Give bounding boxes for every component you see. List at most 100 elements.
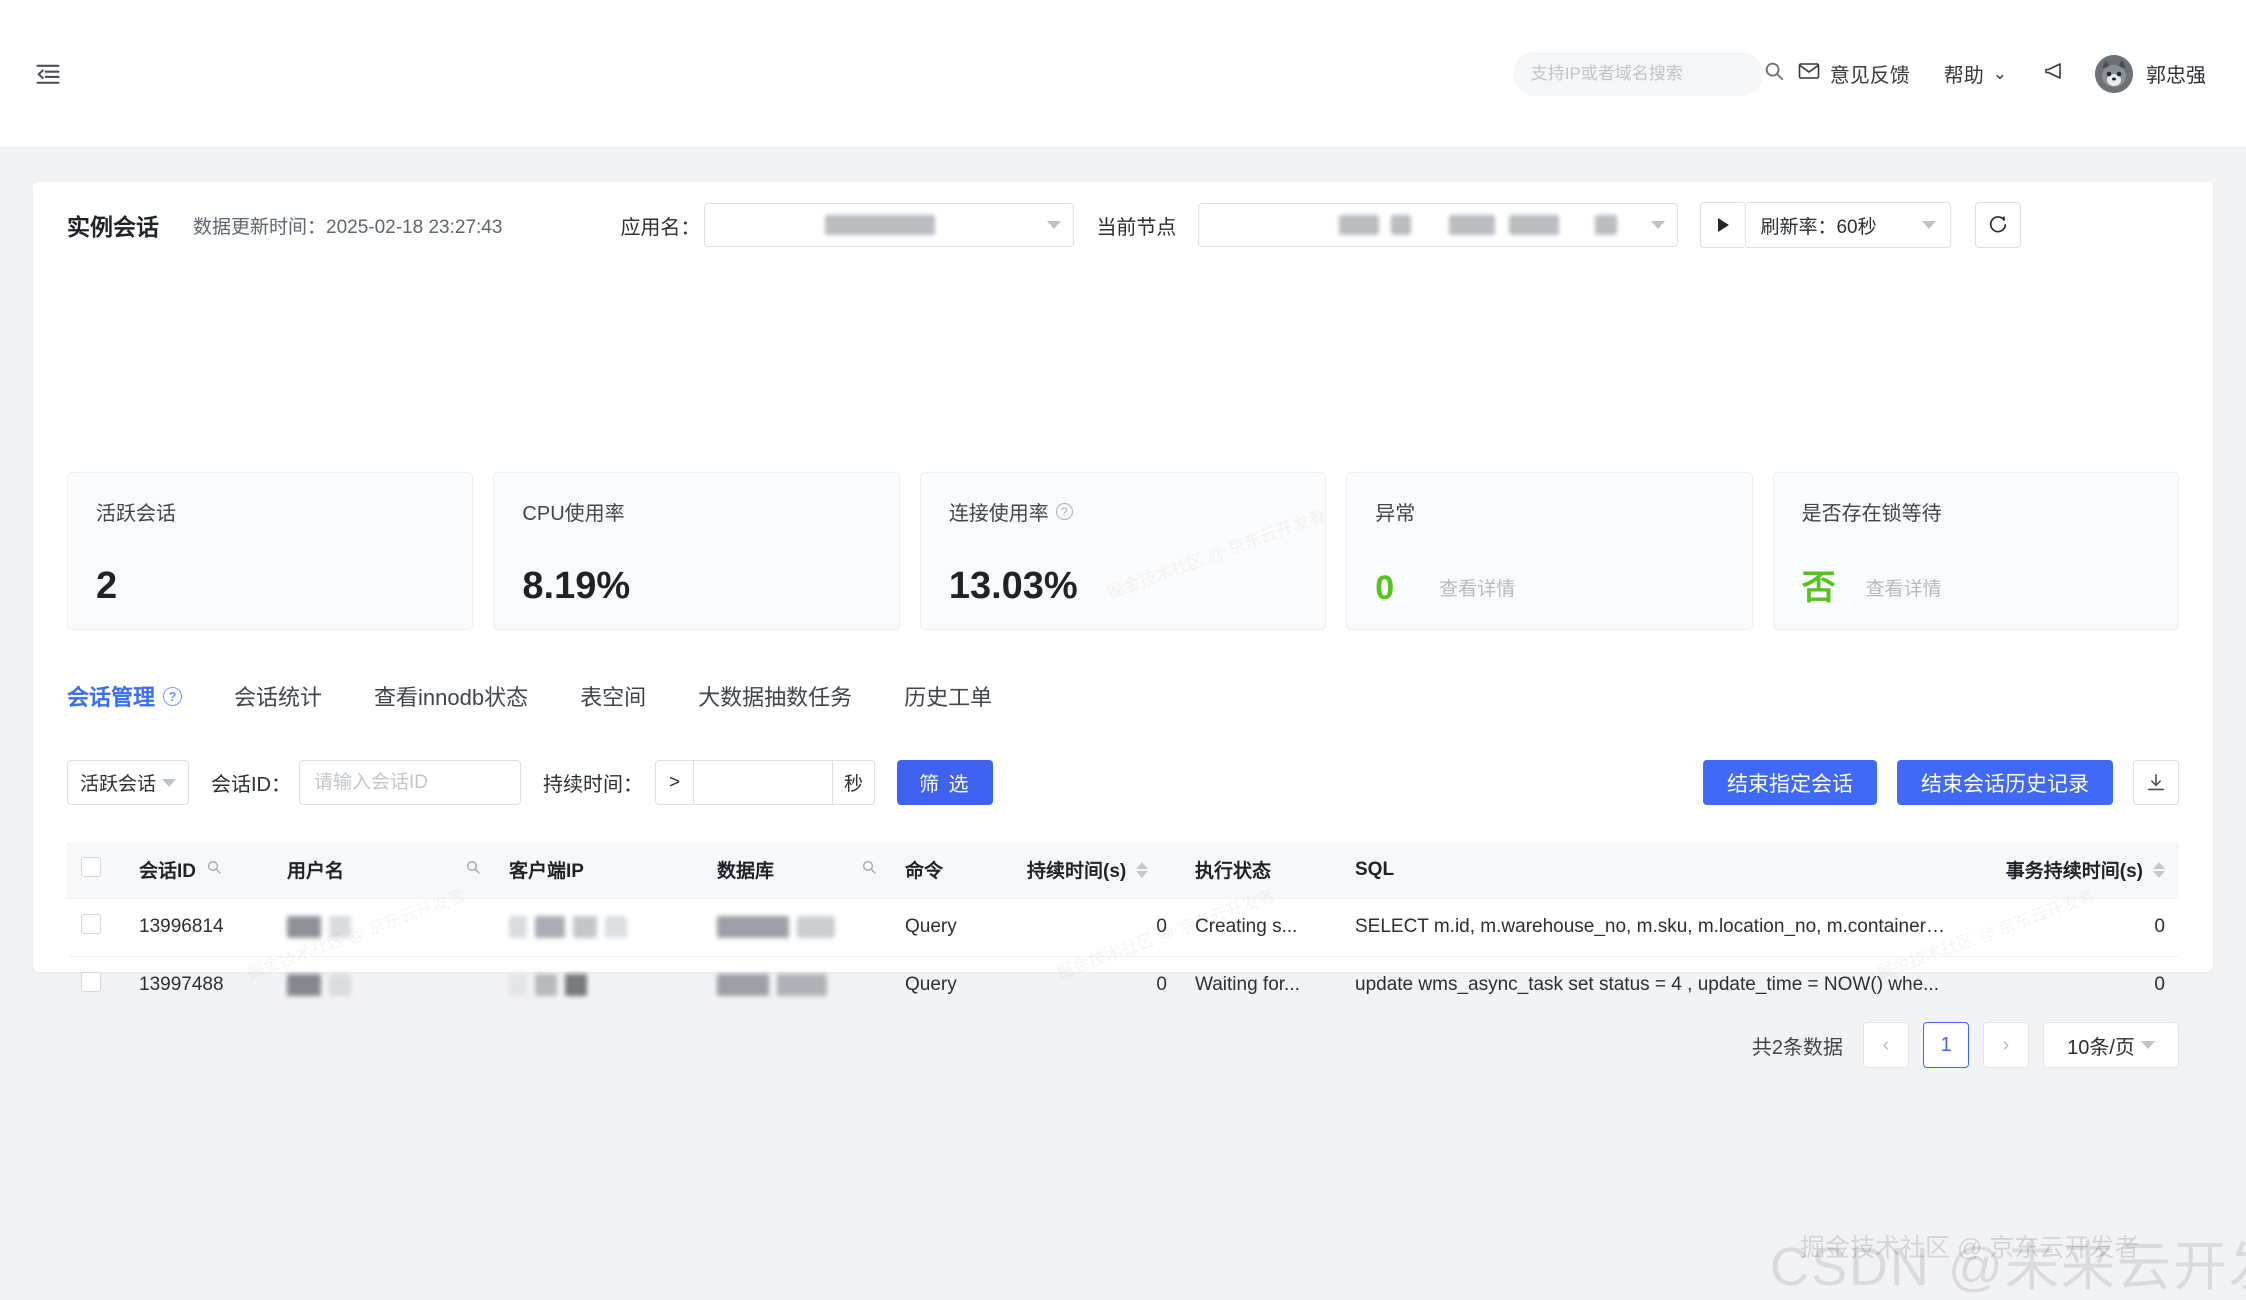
cell-client-ip — [495, 898, 703, 957]
app-name-label: 应用名： — [620, 216, 701, 239]
tab-bigdata-extract-task[interactable]: 大数据抽数任务 — [698, 680, 852, 718]
tab-session-statistics[interactable]: 会话统计 — [234, 680, 322, 718]
sort-icon[interactable] — [1136, 861, 1149, 878]
node-chip-4 — [1509, 215, 1560, 235]
kill-session-history-button[interactable]: 结束会话历史记录 — [1897, 760, 2113, 805]
cell-trx-duration: 0 — [1949, 956, 2179, 1015]
table-actions: 结束指定会话 结束会话历史记录 — [1703, 760, 2179, 805]
cell-duration: 0 — [1013, 956, 1181, 1015]
metric-label: 是否存在锁等待 — [1802, 497, 2150, 526]
row-checkbox-cell — [67, 898, 125, 957]
top-header-bar: 意见反馈 帮助 ⌄ — [0, 0, 2246, 148]
menu-collapse-icon[interactable] — [28, 54, 68, 94]
row-checkbox[interactable] — [81, 914, 101, 934]
next-page-button[interactable]: › — [1983, 1022, 2029, 1068]
database-masked — [717, 916, 891, 938]
filter-button[interactable]: 筛 选 — [897, 760, 993, 805]
help-menu[interactable]: 帮助 ⌄ — [1944, 59, 2007, 88]
refresh-rate-select[interactable]: 刷新率：60秒 — [1746, 202, 1952, 248]
duration-unit-label: 秒 — [833, 760, 875, 805]
table-row[interactable]: 13997488 Query 0 Waiting for... update w… — [67, 956, 2179, 1015]
announcement-button[interactable] — [2041, 59, 2067, 89]
table-row[interactable]: 13996814 Query 0 Creating s... SELECT m.… — [67, 898, 2179, 957]
header-right-group: 意见反馈 帮助 ⌄ — [1512, 51, 2206, 96]
metric-value: 13.03% — [948, 565, 1078, 607]
search-icon[interactable] — [861, 859, 877, 881]
cell-state: Creating s... — [1181, 898, 1341, 957]
table-header-row: 会话ID 用户名 客户端IP 数据库 命令 持续时间(s) 执行状态 SQL 事… — [67, 842, 2179, 899]
metric-card-lock-wait: 是否存在锁等待 否 查看详情 — [1772, 472, 2180, 630]
prev-page-button[interactable]: ‹ — [1863, 1022, 1909, 1068]
cell-command: Query — [891, 956, 1013, 1015]
session-state-label: 活跃会话 — [79, 774, 156, 795]
search-input[interactable] — [1530, 63, 1763, 84]
col-select-all — [67, 842, 125, 899]
duration-operator-select[interactable]: > — [655, 760, 693, 805]
chevron-down-icon — [162, 778, 176, 787]
avatar[interactable] — [2095, 54, 2133, 93]
reload-button[interactable] — [1975, 202, 2022, 248]
col-database: 数据库 — [703, 842, 891, 899]
cell-database — [703, 956, 891, 1015]
username-label[interactable]: 郭忠强 — [2146, 59, 2206, 88]
page-number-1[interactable]: 1 — [1923, 1022, 1969, 1068]
cell-duration: 0 — [1013, 898, 1181, 957]
tab-history-ticket[interactable]: 历史工单 — [904, 680, 992, 718]
page-size-select[interactable]: 10条/页 — [2043, 1022, 2179, 1068]
metric-card-connection-usage: 连接使用率 ? 13.03% — [919, 472, 1327, 630]
tab-label: 会话统计 — [234, 685, 323, 710]
tab-label: 大数据抽数任务 — [698, 685, 853, 710]
tab-label: 会话管理 — [67, 685, 156, 710]
col-username: 用户名 — [273, 842, 495, 899]
col-label: 执行状态 — [1195, 861, 1272, 883]
session-state-select[interactable]: 活跃会话 — [67, 760, 189, 805]
cell-session-id: 13997488 — [125, 956, 273, 1015]
tab-innodb-status[interactable]: 查看innodb状态 — [374, 680, 528, 718]
col-duration: 持续时间(s) — [1013, 842, 1181, 899]
kill-session-button[interactable]: 结束指定会话 — [1703, 760, 1877, 805]
select-all-checkbox[interactable] — [81, 856, 101, 877]
feedback-button[interactable]: 意见反馈 — [1797, 59, 1910, 89]
app-name-select[interactable] — [704, 203, 1075, 247]
cell-trx-duration: 0 — [1949, 898, 2179, 957]
col-label: 数据库 — [717, 861, 775, 883]
search-icon[interactable] — [206, 859, 222, 881]
search-icon[interactable] — [465, 859, 481, 881]
col-command: 命令 — [891, 842, 1013, 899]
current-node-select[interactable] — [1198, 203, 1679, 247]
chevron-down-icon — [1651, 221, 1666, 229]
cell-sql: update wms_async_task set status = 4 , u… — [1341, 956, 1949, 1015]
watermark-csdn: CSDN @未来云开发者 — [1770, 1237, 2246, 1297]
global-search-box[interactable] — [1512, 51, 1783, 96]
row-checkbox-cell — [67, 956, 125, 1015]
help-icon[interactable]: ? — [1055, 503, 1073, 520]
view-detail-link[interactable]: 查看详情 — [1439, 574, 1515, 601]
tab-label: 查看innodb状态 — [374, 685, 529, 710]
search-icon[interactable] — [1763, 60, 1785, 87]
chevron-down-icon — [2140, 1041, 2155, 1049]
col-trx-duration: 事务持续时间(s) — [1949, 842, 2179, 899]
row-checkbox[interactable] — [81, 972, 101, 992]
help-icon[interactable]: ? — [163, 686, 183, 706]
auto-refresh-play-button[interactable] — [1700, 202, 1747, 248]
cell-client-ip — [495, 956, 703, 1015]
metric-card-cpu-usage: CPU使用率 8.19% — [493, 472, 900, 630]
sort-icon[interactable] — [2153, 861, 2165, 878]
col-label: 会话ID — [139, 861, 197, 883]
download-icon[interactable] — [2133, 760, 2179, 805]
node-chip-3 — [1449, 215, 1496, 235]
view-detail-link[interactable]: 查看详情 — [1866, 574, 1942, 601]
chevron-down-icon: ⌄ — [1992, 63, 2007, 83]
session-id-input[interactable] — [299, 760, 521, 805]
metric-label: 异常 — [1375, 497, 1723, 526]
metric-label: 连接使用率 ? — [949, 497, 1297, 526]
cell-sql: SELECT m.id, m.warehouse_no, m.sku, m.lo… — [1341, 898, 1949, 957]
node-chip-2 — [1391, 215, 1412, 235]
tab-tablespace[interactable]: 表空间 — [580, 680, 646, 718]
metric-value: 2 — [96, 565, 118, 607]
chevron-down-icon — [1922, 221, 1937, 229]
col-client-ip: 客户端IP — [495, 842, 703, 899]
duration-value-input[interactable] — [693, 760, 833, 805]
tab-session-management[interactable]: 会话管理 ? — [67, 680, 183, 718]
duration-label: 持续时间： — [543, 774, 643, 796]
